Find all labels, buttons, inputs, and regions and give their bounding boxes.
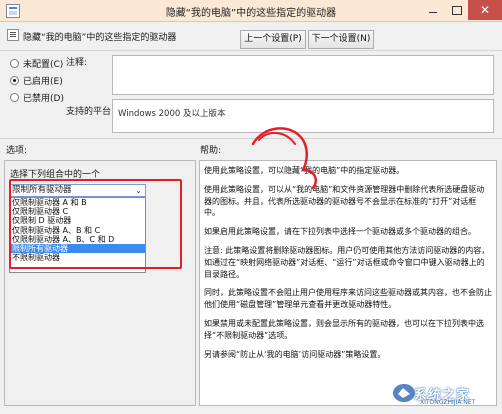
help-paragraph: 另请参阅“防止从‘我的电脑’访问驱动器”策略设置。 (204, 349, 386, 359)
supported-platform-label: 支持的平台: (66, 107, 115, 117)
dropdown-option-selected[interactable]: 限制所有驱动器 (10, 243, 145, 254)
dropdown-option[interactable]: 仅限制驱动器 A 和 B (10, 198, 145, 207)
radio-disabled-label: 已禁用(D) (23, 93, 64, 104)
dropdown-option[interactable]: 仅限制驱动器 A、B、C 和 D (10, 235, 145, 244)
options-caption: 选择下列组合中的一个 (10, 170, 101, 180)
comment-label: 注释: (66, 58, 88, 68)
drive-restriction-dropdown-list: 仅限制驱动器 A 和 B 仅限制驱动器 C 仅限制 D 驱动器 仅限制驱动器 A… (9, 197, 146, 273)
radio-disabled-indicator[interactable] (10, 92, 19, 102)
help-section-label: 帮助: (200, 146, 222, 156)
help-paragraph: 注意: 此策略设置将删除驱动器图标。用户仍可使用其他方法访问驱动器的内容，如通过… (204, 245, 490, 279)
radio-not-configured-indicator[interactable] (10, 58, 19, 68)
previous-setting-button[interactable]: 上一个设置(P) (240, 30, 306, 49)
radio-not-configured[interactable]: 未配置(C) (10, 56, 63, 70)
options-section-label: 选项: (6, 146, 28, 156)
radio-enabled[interactable]: 已启用(E) (10, 73, 63, 87)
dropdown-option[interactable]: 不限制驱动器 (10, 253, 145, 262)
help-paragraph: 同时，此策略设置不会阻止用户使用程序来访问这些驱动器或其内容，也不会防止他们使用… (204, 288, 492, 310)
next-setting-button[interactable]: 下一个设置(N) (308, 30, 374, 49)
watermark-subtext: XITONGZHIJIA.NET (420, 399, 476, 406)
annotation-scribble-icon (251, 127, 317, 190)
minimize-icon[interactable] (424, 3, 442, 17)
radio-disabled[interactable]: 已禁用(D) (10, 90, 64, 104)
radio-not-configured-label: 未配置(C) (23, 59, 64, 70)
maximize-icon[interactable] (447, 3, 465, 17)
divider (0, 50, 502, 51)
drive-restriction-select[interactable]: 限制所有驱动器 ⌄ (9, 184, 146, 197)
close-button[interactable]: ✕ (468, 0, 502, 20)
policy-title: 隐藏“我的电脑”中的这些指定的驱动器 (23, 33, 177, 43)
policy-setting-icon (7, 29, 19, 41)
help-paragraph: 如果禁用或未配置此策略设置，则会显示所有的驱动器，也可以在下拉列表中选择“不限制… (204, 318, 484, 340)
dropdown-option[interactable]: 仅限制 D 驱动器 (10, 216, 145, 225)
radio-enabled-label: 已启用(E) (23, 76, 63, 87)
dropdown-option[interactable]: 仅限制驱动器 C (10, 207, 145, 216)
select-value: 限制所有驱动器 (12, 185, 72, 195)
chevron-down-icon[interactable]: ⌄ (135, 185, 142, 196)
radio-enabled-indicator[interactable] (10, 75, 19, 85)
help-paragraph: 如果启用此策略设置，请在下拉列表中选择一个驱动器或多个驱动器的组合。 (204, 227, 476, 237)
comment-textarea[interactable] (112, 55, 494, 95)
dropdown-option[interactable]: 仅限制驱动器 A、B 和 C (10, 226, 145, 235)
